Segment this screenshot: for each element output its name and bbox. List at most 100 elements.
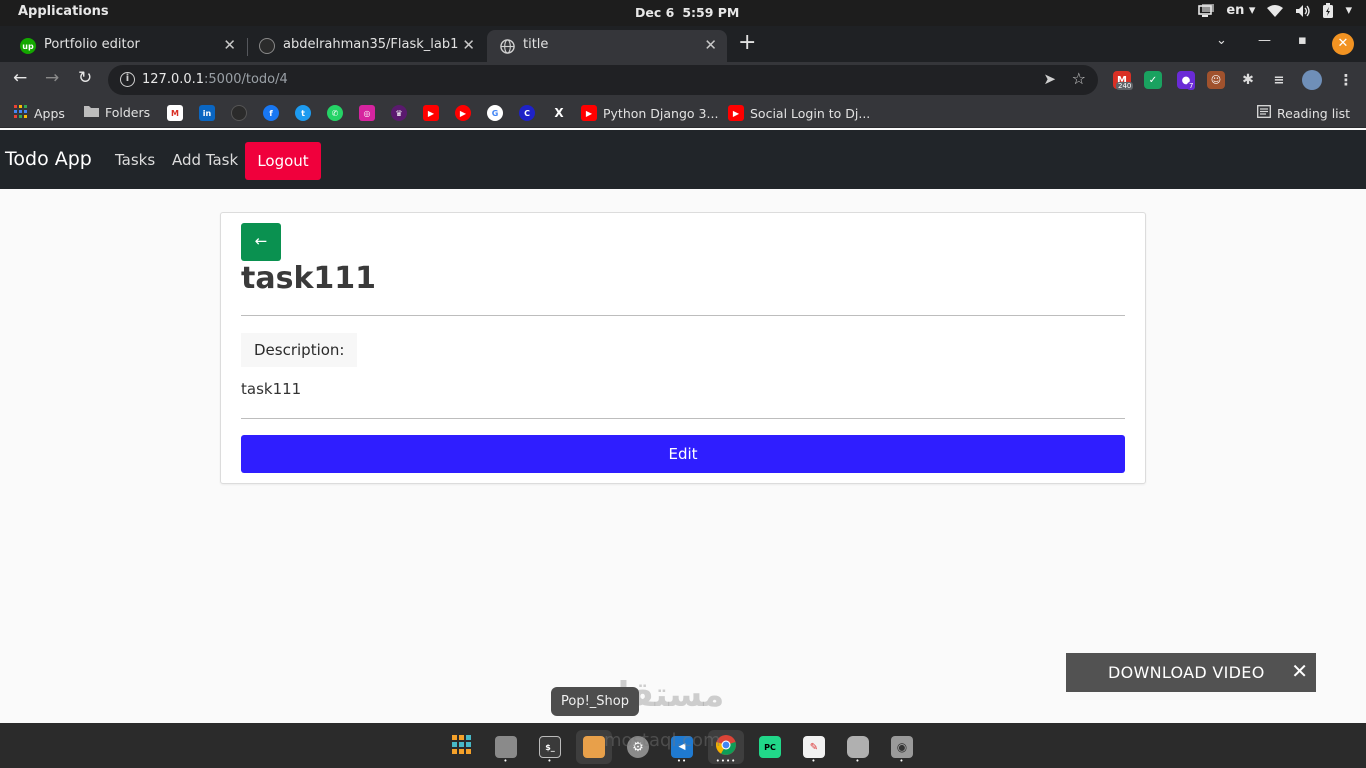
running-indicator: • xyxy=(503,757,509,765)
divider xyxy=(241,315,1125,316)
c-icon: C xyxy=(519,105,535,121)
tab-close-icon[interactable]: ✕ xyxy=(704,36,717,54)
bookmark-twitter[interactable]: t xyxy=(295,105,311,121)
bookmark-c[interactable]: C xyxy=(519,105,535,121)
google-icon: G xyxy=(487,105,503,121)
bookmark-youtube[interactable]: ▶ xyxy=(423,105,439,121)
tab-github-flask-lab[interactable]: abdelrahman35/Flask_lab1 ✕ xyxy=(247,30,485,62)
dock-pycharm[interactable]: PC xyxy=(752,730,788,764)
terminal-icon: $_ xyxy=(539,736,561,758)
dock-app-launcher[interactable] xyxy=(444,730,480,764)
bookmark-github[interactable] xyxy=(231,105,247,121)
bookmark-x[interactable]: X xyxy=(551,105,567,121)
bookmark-folders[interactable]: Folders xyxy=(84,105,150,120)
x-icon: X xyxy=(554,106,564,120)
app-brand[interactable]: Todo App xyxy=(5,148,92,170)
dock-terminal[interactable]: $_ • xyxy=(532,730,568,765)
download-video-banner[interactable]: DOWNLOAD VIDEO ✕ xyxy=(1066,653,1316,692)
new-tab-plus-icon[interactable]: + xyxy=(738,30,756,55)
volume-icon[interactable] xyxy=(1295,4,1311,18)
youtube-icon: ▶ xyxy=(581,105,597,121)
clock[interactable]: Dec 6 5:59 PM xyxy=(635,5,739,20)
send-tab-icon[interactable]: ➤ xyxy=(1043,70,1056,88)
reading-list[interactable]: Reading list xyxy=(1257,105,1350,121)
browser-tab-strip: up Portfolio editor ✕ abdelrahman35/Flas… xyxy=(0,26,1366,62)
site-info-icon[interactable]: i xyxy=(120,72,135,87)
database-icon xyxy=(847,736,869,758)
bookmark-instagram[interactable]: ◎ xyxy=(359,105,375,121)
bookmark-facebook[interactable]: f xyxy=(263,105,279,121)
system-tray: en ▾ ▾ xyxy=(1198,3,1352,18)
bookmark-gmail[interactable]: M xyxy=(167,105,183,121)
whatsapp-icon: ✆ xyxy=(327,105,343,121)
chrome-menu-icon[interactable]: ⋮ xyxy=(1337,71,1355,89)
reading-list-label: Reading list xyxy=(1277,105,1351,121)
minimize-icon[interactable]: — xyxy=(1258,33,1271,48)
tab-title-active[interactable]: title ✕ xyxy=(487,30,727,62)
linkedin-icon: in xyxy=(199,105,215,121)
dock-text-editor[interactable]: ✎ • xyxy=(796,730,832,765)
reload-icon[interactable]: ↻ xyxy=(78,68,92,88)
bookmark-label: Folders xyxy=(105,105,151,120)
system-menu-chevron-icon[interactable]: ▾ xyxy=(1345,3,1352,18)
description-text: task111 xyxy=(241,380,302,398)
tab-portfolio-editor[interactable]: up Portfolio editor ✕ xyxy=(8,30,246,62)
os-top-bar: Applications Dec 6 5:59 PM en ▾ ▾ xyxy=(0,0,1366,26)
url-text: 127.0.0.1:5000/todo/4 xyxy=(142,72,288,87)
battery-icon[interactable] xyxy=(1323,3,1334,18)
extensions-puzzle-icon[interactable]: ✱ xyxy=(1239,71,1257,89)
tab-close-icon[interactable]: ✕ xyxy=(462,36,475,54)
forward-arrow-icon[interactable]: → xyxy=(45,68,59,88)
facebook-icon: f xyxy=(263,105,279,121)
address-bar[interactable]: i 127.0.0.1:5000/todo/4 ➤ ☆ xyxy=(108,65,1098,95)
screen-icon[interactable] xyxy=(1198,3,1215,18)
bookmark-google[interactable]: G xyxy=(487,105,503,121)
gmail-badge: 240 xyxy=(1116,82,1134,90)
window-close-icon[interactable]: ✕ xyxy=(1332,33,1354,55)
watermark-text: mostaql.com xyxy=(604,730,721,751)
nav-tasks-link[interactable]: Tasks xyxy=(115,151,155,169)
applications-menu[interactable]: Applications xyxy=(18,4,109,19)
twitter-icon: t xyxy=(295,105,311,121)
nav-add-task-link[interactable]: Add Task xyxy=(172,151,238,169)
language-indicator[interactable]: en ▾ xyxy=(1226,3,1255,18)
media-queue-icon[interactable]: ≡ xyxy=(1270,71,1288,89)
edit-button[interactable]: Edit xyxy=(241,435,1125,473)
maximize-icon[interactable]: ▪ xyxy=(1298,33,1307,48)
url-host: 127.0.0.1 xyxy=(142,72,205,87)
disk-icon: ◉ xyxy=(891,736,913,758)
download-video-label[interactable]: DOWNLOAD VIDEO xyxy=(1108,663,1265,682)
dock-files[interactable]: • xyxy=(488,730,524,765)
dock-tooltip: Pop!_Shop xyxy=(551,687,639,716)
github-icon xyxy=(259,38,275,54)
reading-list-icon xyxy=(1257,105,1271,121)
gmail-icon: M xyxy=(167,105,183,121)
tab-title: Portfolio editor xyxy=(44,37,140,52)
profile-avatar[interactable] xyxy=(1302,70,1322,90)
apps-grid-icon xyxy=(14,105,28,122)
tab-title: title xyxy=(523,37,549,52)
shield-extension-icon[interactable]: ✓ xyxy=(1144,71,1162,89)
back-button[interactable]: ← xyxy=(241,223,281,261)
running-indicator: • xyxy=(899,757,905,765)
back-arrow-icon[interactable]: ← xyxy=(13,68,27,88)
bookmark-linkedin[interactable]: in xyxy=(199,105,215,121)
close-icon[interactable]: ✕ xyxy=(1291,659,1308,683)
running-indicator: •••• xyxy=(715,757,737,765)
dock-database[interactable]: • xyxy=(840,730,876,765)
wifi-icon[interactable] xyxy=(1267,4,1284,17)
bookmark-python-django[interactable]: ▶ Python Django 3... xyxy=(581,105,718,121)
bookmark-star-icon[interactable]: ☆ xyxy=(1072,69,1086,88)
bookmark-apps[interactable]: Apps xyxy=(14,105,65,122)
dock-disks[interactable]: ◉ • xyxy=(884,730,920,765)
bookmark-whatsapp[interactable]: ✆ xyxy=(327,105,343,121)
tab-close-icon[interactable]: ✕ xyxy=(223,36,236,54)
logout-button[interactable]: Logout xyxy=(245,142,321,180)
bookmark-premier-league[interactable]: ♛ xyxy=(391,105,407,121)
files-icon xyxy=(495,736,517,758)
shop-icon xyxy=(583,736,605,758)
monkey-extension-icon[interactable]: ☺ xyxy=(1207,71,1225,89)
tab-search-chevron-icon[interactable]: ⌄ xyxy=(1216,33,1227,48)
bookmark-social-login[interactable]: ▶ Social Login to Dj... xyxy=(728,105,870,121)
bookmark-youtube-music[interactable]: ▶ xyxy=(455,105,471,121)
